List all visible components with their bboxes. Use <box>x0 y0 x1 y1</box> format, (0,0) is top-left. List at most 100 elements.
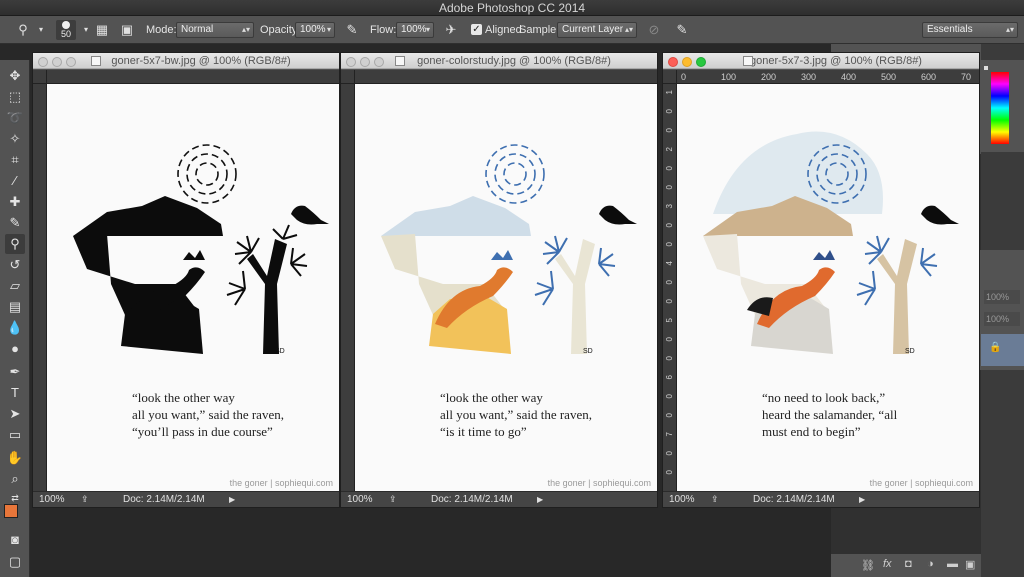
minimize-window-button[interactable] <box>52 57 62 67</box>
zoom-window-button[interactable] <box>374 57 384 67</box>
gradient-tool-icon[interactable]: ▤ <box>5 297 25 317</box>
path-selection-tool-icon[interactable]: ➤ <box>5 404 25 424</box>
quick-mask-icon[interactable]: ◙ <box>5 530 25 550</box>
selected-layer-row[interactable]: 🔒 <box>981 334 1024 366</box>
brush-size-preview[interactable]: 50 <box>56 20 76 40</box>
zoom-level[interactable]: 100% <box>39 492 65 507</box>
sample-select[interactable]: Current Layer ▴▾ <box>557 22 637 38</box>
eyedropper-tool-icon[interactable]: ⁄ <box>5 171 25 191</box>
status-menu-arrow-icon[interactable]: ▶ <box>859 492 865 507</box>
new-layer-icon[interactable]: ▣ <box>965 558 975 571</box>
document-canvas[interactable]: SD “look the other way all you want,” sa… <box>355 84 657 491</box>
screen-mode-icon[interactable]: ▢ <box>5 552 25 572</box>
horizontal-ruler[interactable]: 0 100 200 300 400 500 600 70 <box>677 70 979 84</box>
type-tool-icon[interactable]: T <box>5 383 25 403</box>
document-title-bar[interactable]: goner-5x7-3.jpg @ 100% (RGB/8#) <box>663 53 979 69</box>
link-layers-icon[interactable]: ⛓ <box>861 559 875 572</box>
options-bar: ⚲ ▾ 50 ▾ ▦ ▣ Mode: Normal ▴▾ Opacity: 100… <box>0 16 1024 44</box>
horizontal-ruler[interactable] <box>355 70 657 84</box>
horizontal-ruler[interactable] <box>47 70 339 84</box>
document-file-icon <box>395 56 405 66</box>
ruler-tick: 70 <box>961 72 972 82</box>
document-canvas[interactable]: SD “look the other way all you want,” sa… <box>47 84 339 491</box>
marquee-tool-icon[interactable]: ⬚ <box>5 87 25 107</box>
lasso-tool-icon[interactable]: ➰ <box>5 108 25 128</box>
share-icon[interactable]: ⇪ <box>711 492 719 507</box>
ruler-tick: 500 <box>881 72 897 82</box>
minimize-window-button[interactable] <box>360 57 370 67</box>
pen-tool-icon[interactable]: ✒ <box>5 362 25 382</box>
adjustment-layer-icon[interactable]: ◑ <box>927 558 934 570</box>
ruler-origin[interactable] <box>341 70 355 84</box>
ruler-tick: 0 <box>665 356 674 361</box>
ignore-adjustment-layers-icon[interactable]: ⊘ <box>645 21 663 39</box>
fx-icon[interactable]: fx <box>883 558 892 570</box>
close-window-button[interactable] <box>668 57 678 67</box>
document-title-bar[interactable]: goner-5x7-bw.jpg @ 100% (RGB/8#) <box>33 53 339 69</box>
minimize-window-button[interactable] <box>682 57 692 67</box>
zoom-window-button[interactable] <box>696 57 706 67</box>
pressure-opacity-icon[interactable]: ✎ <box>343 21 361 39</box>
add-mask-icon[interactable]: ◘ <box>905 558 912 570</box>
clone-stamp-tool-icon[interactable]: ⚲ <box>5 234 25 254</box>
document-window-active[interactable]: goner-5x7-3.jpg @ 100% (RGB/8#) 0 100 200 3… <box>662 52 980 508</box>
hand-tool-icon[interactable]: ✋ <box>5 448 25 468</box>
poem-text: “look the other way all you want,” said … <box>132 389 284 440</box>
foreground-color-swatch[interactable] <box>4 504 18 518</box>
clone-source-panel-icon[interactable]: ▣ <box>118 21 136 39</box>
dodge-tool-icon[interactable]: ● <box>5 339 25 359</box>
blur-tool-icon[interactable]: 💧 <box>5 318 25 338</box>
workspace-select[interactable]: Essentials ▴▾ <box>922 22 1018 38</box>
color-spectrum[interactable] <box>991 72 1009 144</box>
poem-line: must end to begin” <box>762 424 861 439</box>
eraser-tool-icon[interactable]: ▱ <box>5 276 25 296</box>
zoom-level[interactable]: 100% <box>669 492 695 507</box>
share-icon[interactable]: ⇪ <box>389 492 397 507</box>
ruler-origin[interactable] <box>663 70 677 84</box>
flow-input[interactable]: 100% ▾ <box>396 22 434 38</box>
layer-fill-field[interactable]: 100% <box>984 312 1020 326</box>
ruler-tick: 200 <box>761 72 777 82</box>
history-brush-tool-icon[interactable]: ↺ <box>5 255 25 275</box>
poem-line: “you’ll pass in due course” <box>132 424 273 439</box>
crop-tool-icon[interactable]: ⌗ <box>5 150 25 170</box>
opacity-input[interactable]: 100% ▾ <box>295 22 335 38</box>
ruler-tick: 6 <box>665 375 674 380</box>
preset-dropdown-icon[interactable]: ▾ <box>32 21 50 39</box>
close-window-button[interactable] <box>38 57 48 67</box>
mode-select[interactable]: Normal ▴▾ <box>176 22 254 38</box>
move-tool-icon[interactable]: ✥ <box>5 66 25 86</box>
zoom-tool-icon[interactable]: ⌕ <box>5 469 25 489</box>
ruler-tick: 0 <box>665 185 674 190</box>
vertical-ruler[interactable] <box>341 84 355 491</box>
aligned-checkbox[interactable]: ✓ <box>471 24 482 35</box>
document-window[interactable]: goner-5x7-bw.jpg @ 100% (RGB/8#) SD “loo… <box>32 52 340 508</box>
clone-stamp-preset-icon[interactable]: ⚲ <box>14 21 32 39</box>
ruler-tick: 0 <box>665 299 674 304</box>
new-group-icon[interactable]: ▬ <box>947 558 958 570</box>
vertical-ruler[interactable] <box>33 84 47 491</box>
document-title-bar[interactable]: goner-colorstudy.jpg @ 100% (RGB/8#) <box>341 53 657 69</box>
zoom-level[interactable]: 100% <box>347 492 373 507</box>
layer-opacity-field[interactable]: 100% <box>984 290 1020 304</box>
share-icon[interactable]: ⇪ <box>81 492 89 507</box>
ruler-origin[interactable] <box>33 70 47 84</box>
document-window[interactable]: goner-colorstudy.jpg @ 100% (RGB/8#) SD … <box>340 52 658 508</box>
healing-brush-tool-icon[interactable]: ✚ <box>5 192 25 212</box>
zoom-window-button[interactable] <box>66 57 76 67</box>
close-window-button[interactable] <box>346 57 356 67</box>
quick-selection-tool-icon[interactable]: ✧ <box>5 129 25 149</box>
brush-panel-toggle-icon[interactable]: ▦ <box>93 21 111 39</box>
chevron-down-icon: ▾ <box>326 25 331 34</box>
pressure-size-icon[interactable]: ✎ <box>673 21 691 39</box>
vertical-ruler[interactable]: 1 0 0 2 0 0 3 0 0 4 0 0 5 0 0 6 0 0 7 0 0 <box>663 84 677 491</box>
status-menu-arrow-icon[interactable]: ▶ <box>229 492 235 507</box>
ruler-tick: 0 <box>665 337 674 342</box>
document-canvas[interactable]: SD “no need to look back,” heard the sal… <box>677 84 979 491</box>
rectangle-tool-icon[interactable]: ▭ <box>5 425 25 445</box>
opacity-value: 100% <box>300 24 326 35</box>
airbrush-icon[interactable]: ✈ <box>442 21 460 39</box>
brush-tool-icon[interactable]: ✎ <box>5 213 25 233</box>
status-menu-arrow-icon[interactable]: ▶ <box>537 492 543 507</box>
poem-line: “look the other way <box>132 390 235 405</box>
